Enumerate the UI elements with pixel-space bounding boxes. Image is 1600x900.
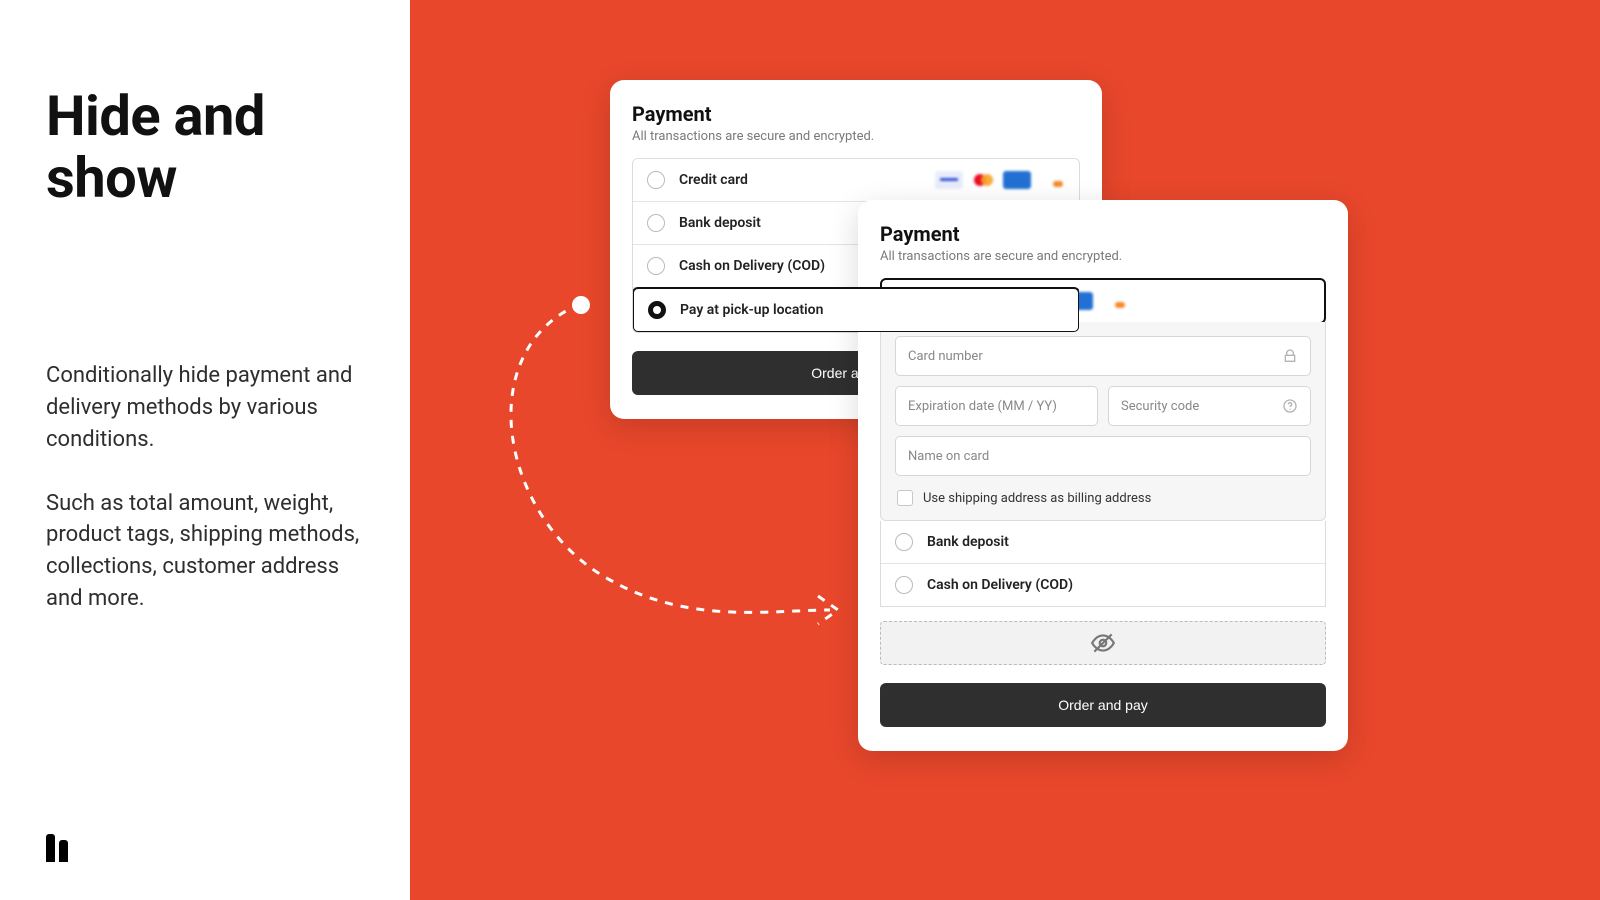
radio-icon — [647, 257, 665, 275]
checkbox-label: Use shipping address as billing address — [923, 491, 1151, 506]
option-label: Pay at pick-up location — [680, 302, 823, 318]
page-description: Conditionally hide payment and delivery … — [46, 360, 366, 615]
placeholder-text: Expiration date (MM / YY) — [908, 399, 1085, 414]
connector-start-dot — [572, 296, 590, 314]
security-code-input[interactable]: Security code — [1108, 386, 1311, 426]
card-subtitle: All transactions are secure and encrypte… — [632, 129, 1080, 144]
payment-option-credit-card[interactable]: Credit card — [633, 159, 1079, 202]
radio-icon — [647, 171, 665, 189]
option-label: Bank deposit — [927, 534, 1009, 550]
credit-card-form: Card number Expiration date (MM / YY) Se… — [880, 322, 1326, 521]
payment-option-bank-deposit[interactable]: Bank deposit — [881, 521, 1325, 564]
page-title: Hide and show — [46, 86, 265, 209]
radio-icon — [895, 576, 913, 594]
option-label: Bank deposit — [679, 215, 761, 231]
card-brand-icons — [935, 171, 1065, 189]
order-and-pay-button[interactable]: Order and pay — [880, 683, 1326, 727]
payment-option-pickup[interactable]: Pay at pick-up location — [632, 287, 1080, 333]
checkbox-icon — [897, 490, 913, 506]
hidden-option-placeholder — [880, 621, 1326, 665]
card-title: Payment — [880, 222, 1326, 246]
payment-card-after: Payment All transactions are secure and … — [858, 200, 1348, 751]
payment-option-cod[interactable]: Cash on Delivery (COD) — [881, 564, 1325, 606]
placeholder-text: Security code — [1121, 399, 1282, 414]
card-number-input[interactable]: Card number — [895, 336, 1311, 376]
card-title: Payment — [632, 102, 1080, 126]
radio-icon — [647, 214, 665, 232]
brand-logo — [46, 834, 74, 862]
option-label: Credit card — [679, 172, 748, 188]
option-label: Cash on Delivery (COD) — [679, 258, 825, 274]
placeholder-text: Card number — [908, 349, 1282, 364]
name-on-card-input[interactable]: Name on card — [895, 436, 1311, 476]
use-shipping-checkbox-row[interactable]: Use shipping address as billing address — [895, 486, 1311, 506]
other-payment-options: Bank deposit Cash on Delivery (COD) — [880, 521, 1326, 607]
eye-off-icon — [1090, 630, 1116, 656]
left-panel: Hide and show Conditionally hide payment… — [0, 0, 410, 900]
radio-icon — [895, 533, 913, 551]
radio-icon — [648, 301, 666, 319]
placeholder-text: Name on card — [908, 449, 1298, 464]
lock-icon — [1282, 348, 1298, 364]
expiration-input[interactable]: Expiration date (MM / YY) — [895, 386, 1098, 426]
option-label: Cash on Delivery (COD) — [927, 577, 1073, 593]
card-subtitle: All transactions are secure and encrypte… — [880, 249, 1326, 264]
help-icon — [1282, 398, 1298, 414]
